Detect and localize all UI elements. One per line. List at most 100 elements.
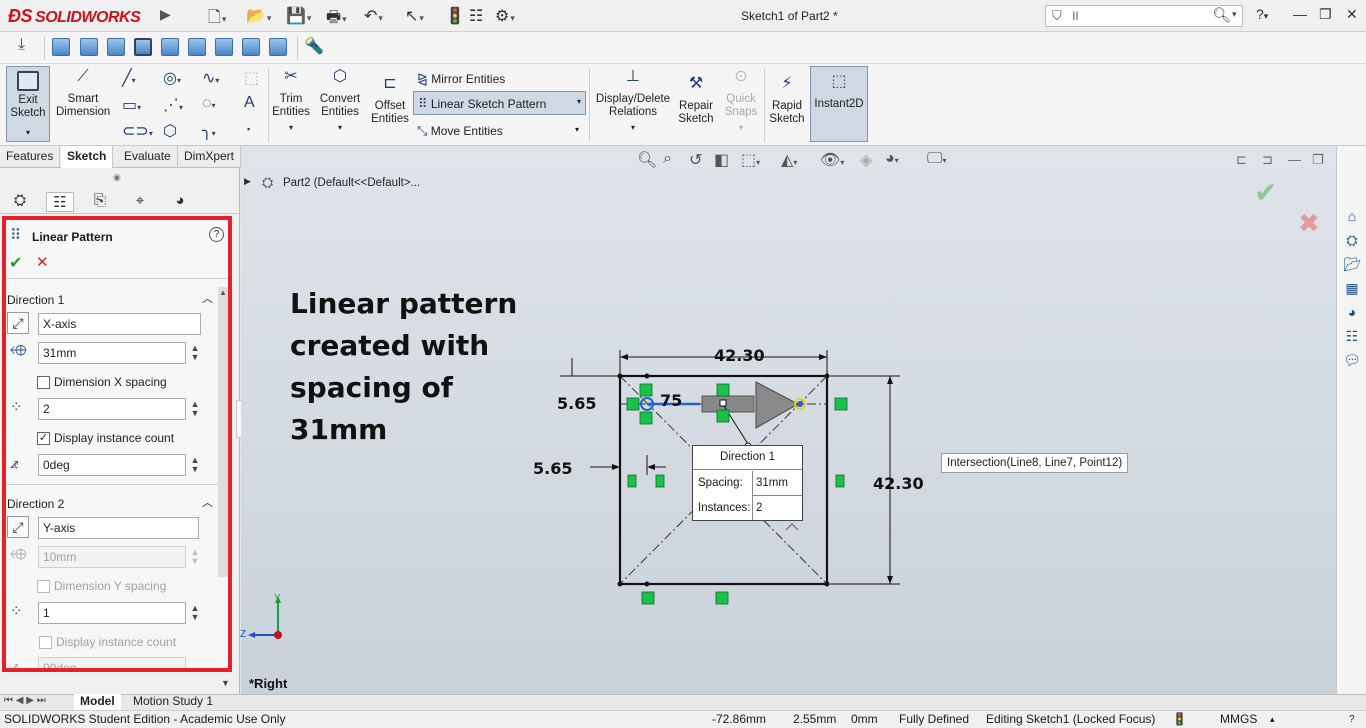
appearances-icon[interactable]: ◕ — [1342, 304, 1362, 322]
direction2-axis-field[interactable]: Y-axis — [38, 517, 199, 539]
search-scope-icon[interactable]: ⛉ — [1052, 8, 1062, 24]
configuration-manager-tab-icon[interactable]: ⎘ — [86, 192, 114, 212]
callout-instances-value[interactable]: 2 — [752, 496, 802, 520]
sketch-point[interactable] — [797, 401, 803, 407]
tab-dimxpert[interactable]: DimXpert — [178, 146, 242, 168]
vertex[interactable] — [824, 581, 830, 587]
tab-sketch[interactable]: Sketch — [61, 146, 114, 168]
rebuild-status-icon[interactable]: 🚦 — [1172, 711, 1187, 728]
property-manager-tab-icon[interactable]: ☷ — [46, 192, 74, 212]
move-dropdown-icon[interactable]: ▾ — [575, 125, 579, 134]
view-bottom-icon[interactable] — [188, 38, 206, 56]
search-icon[interactable]: 🔍︎ — [1212, 6, 1231, 24]
solidworks-logo[interactable]: ƉS SOLIDWORKS — [8, 6, 141, 27]
restore-icon[interactable]: ❐ — [1319, 6, 1332, 23]
direction2-header[interactable]: Direction 2 — [7, 497, 64, 511]
tab-motion-study[interactable]: Motion Study 1 — [127, 694, 219, 710]
search-input[interactable]: II — [1072, 9, 1079, 23]
options-gear-icon[interactable]: ⚙▾ — [495, 6, 515, 26]
vertex[interactable] — [617, 373, 623, 379]
direction2-spacing-input[interactable]: 10mm — [38, 546, 186, 568]
panel-grip-icon[interactable]: ◉ — [113, 172, 121, 183]
design-library-icon[interactable]: ⛭ — [1342, 232, 1362, 250]
move-entities-button[interactable]: ⤡ Move Entities — [417, 123, 503, 139]
tab-model[interactable]: Model — [74, 694, 121, 710]
circle-icon[interactable]: ◎▾ — [163, 68, 181, 88]
confirmation-cancel-icon[interactable]: ✖ — [1298, 208, 1320, 239]
viewport-tile-left-icon[interactable]: ⊏ — [1236, 152, 1247, 168]
dim-partial[interactable]: 75 — [660, 391, 682, 410]
checkbox-box[interactable] — [37, 580, 50, 594]
zoom-to-area-icon[interactable]: ⌕ — [663, 150, 672, 168]
viewport-restore-icon[interactable]: ❐ — [1312, 152, 1324, 168]
normal-to-icon[interactable]: ⤓ — [18, 36, 25, 54]
viewport-tile-right-icon[interactable]: ⊐ — [1262, 152, 1273, 168]
view-right-icon[interactable] — [134, 38, 152, 56]
exit-sketch-dropdown-icon[interactable]: ▾ — [7, 126, 49, 139]
polygon-icon[interactable]: ⬡ — [163, 121, 177, 141]
display-manager-tab-icon[interactable]: ◕ — [166, 192, 194, 212]
tab-evaluate[interactable]: Evaluate — [118, 146, 178, 168]
units-dropdown-icon[interactable]: ▴ — [1270, 711, 1275, 728]
exit-sketch-button[interactable]: Exit Sketch ▾ — [6, 66, 50, 142]
pm-scrollbar[interactable] — [218, 287, 228, 577]
view-palette-icon[interactable]: ▦ — [1342, 280, 1362, 298]
customize-status-icon[interactable]: ? — [1349, 711, 1355, 728]
direction1-spacing-input[interactable]: 31mm — [38, 342, 186, 364]
slot-icon[interactable]: ⋰▾ — [163, 95, 183, 115]
feature-tree-root[interactable]: Part2 (Default<<Default>... — [283, 177, 420, 189]
dimension-x-spacing-checkbox[interactable]: Dimension X spacing — [37, 375, 167, 390]
direction1-reference-icon[interactable]: ⤢ — [7, 312, 29, 334]
close-icon[interactable]: ✕ — [1346, 6, 1358, 23]
display-instance-count-checkbox[interactable]: ✓ Display instance count — [37, 431, 174, 446]
spacing-spinner[interactable]: ▲ ▼ — [190, 548, 200, 566]
direction1-angle-input[interactable]: 0deg — [38, 454, 186, 476]
arc-icon[interactable]: ◌▾ — [202, 95, 216, 113]
dim-top[interactable]: 42.30 — [714, 346, 765, 365]
section-view-icon[interactable]: ◧ — [714, 150, 729, 170]
linear-sketch-pattern-button[interactable]: ⠿ Linear Sketch Pattern ▾ — [413, 91, 586, 115]
tab-scroll-arrows-icon[interactable]: ⏮ ◀ ▶ ⏭ — [4, 695, 46, 706]
dim-right[interactable]: 42.30 — [873, 474, 924, 493]
confirmation-ok-icon[interactable]: ✔ — [1254, 176, 1277, 209]
relation-marker[interactable] — [639, 383, 653, 397]
direction1-header[interactable]: Direction 1 — [7, 293, 64, 307]
edit-appearance-icon[interactable]: ◈ — [860, 150, 872, 170]
spacing-spinner[interactable]: ▲ ▼ — [190, 344, 200, 362]
relations-dropdown-icon[interactable]: ▾ — [593, 121, 673, 134]
view-settings-icon[interactable]: 🖵▾ — [927, 150, 946, 168]
dimxpert-manager-tab-icon[interactable]: ⌖ — [126, 192, 154, 212]
display-instance-count-2-checkbox[interactable]: Display instance count — [39, 635, 176, 650]
scroll-up-icon[interactable]: ▲ — [219, 288, 227, 297]
relation-marker[interactable] — [834, 397, 848, 411]
rebuild-icon[interactable]: 🚦 — [445, 6, 465, 26]
dimension-y-spacing-checkbox[interactable]: Dimension Y spacing — [37, 579, 166, 594]
angle-spinner[interactable]: ▲ ▼ — [190, 456, 200, 474]
view-top-icon[interactable] — [161, 38, 179, 56]
zoom-to-fit-icon[interactable]: 🔍︎ — [637, 150, 657, 170]
relation-marker[interactable] — [715, 591, 729, 605]
search-commands-box[interactable]: ⛉ II 🔍︎ ▾ — [1045, 5, 1243, 27]
minimize-icon[interactable]: — — [1293, 6, 1307, 22]
sketch-fillet-icon[interactable]: ╮▾ — [202, 121, 216, 141]
view-left-icon[interactable] — [107, 38, 125, 56]
direction2-instances-input[interactable]: 1 — [38, 602, 186, 624]
callout-spacing-value[interactable]: 31mm — [752, 471, 802, 496]
mirror-entities-button[interactable]: ⧎ Mirror Entities — [417, 71, 505, 87]
pattern-handle[interactable] — [719, 399, 727, 407]
cancel-x-icon[interactable]: ✕ — [36, 253, 49, 271]
view-trimetric-icon[interactable] — [242, 38, 260, 56]
relation-marker[interactable] — [655, 474, 665, 488]
instant2d-button[interactable]: ⬚ Instant2D — [810, 66, 868, 142]
straight-slot-icon[interactable]: ⊂⊃▾ — [122, 121, 153, 141]
collapse-chevron-icon[interactable]: ︿ — [202, 290, 213, 306]
smart-dimension-button[interactable]: ⟋ Smart Dimension — [56, 69, 110, 119]
text-icon[interactable]: A — [244, 94, 255, 112]
vertex[interactable] — [644, 373, 650, 379]
save-icon[interactable]: 💾▾ — [286, 6, 311, 26]
relation-marker[interactable] — [639, 411, 653, 425]
undo-icon[interactable]: ↶▾ — [364, 6, 383, 26]
custom-properties-icon[interactable]: ☷ — [1342, 328, 1362, 346]
tree-expand-icon[interactable]: ▶ — [244, 176, 251, 187]
spline-icon[interactable]: ∿▾ — [202, 68, 219, 88]
